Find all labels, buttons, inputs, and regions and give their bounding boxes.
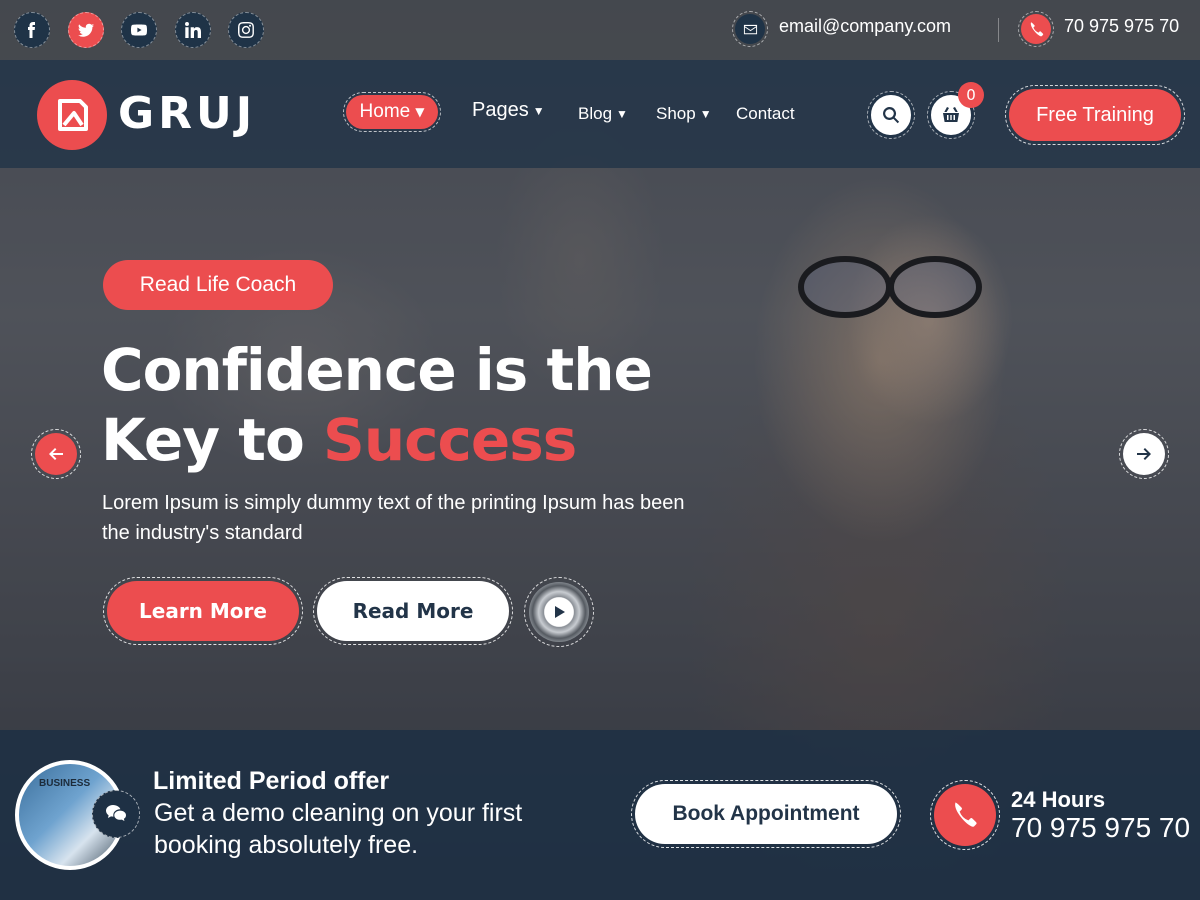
- linkedin-icon: [185, 22, 201, 38]
- phone-icon: [955, 802, 977, 827]
- play-icon: [555, 606, 565, 618]
- cart-count-badge: 0: [958, 82, 984, 108]
- arrow-right-icon: [1137, 448, 1151, 460]
- nav-item-home[interactable]: Home ▼: [343, 92, 441, 132]
- chat-icon: [106, 805, 126, 821]
- twitter-icon: [78, 23, 94, 37]
- nav-item-blog[interactable]: Blog ▼: [578, 104, 628, 124]
- linkedin-link[interactable]: [175, 12, 211, 48]
- chevron-down-icon: ▼: [616, 107, 628, 121]
- nav-item-label: Shop: [656, 104, 696, 123]
- envelope-icon: [743, 24, 757, 34]
- thumbnail-label: BUSINESS: [39, 778, 91, 789]
- read-more-label: Read More: [317, 581, 509, 641]
- learn-more-label: Learn More: [107, 581, 299, 641]
- youtube-link[interactable]: [121, 12, 157, 48]
- email-icon-button[interactable]: [732, 11, 768, 47]
- hours-phone-badge[interactable]: [930, 780, 1000, 850]
- logo-mark[interactable]: [37, 80, 107, 150]
- headline-accent: Success: [323, 406, 577, 474]
- slider-next-button[interactable]: [1119, 429, 1169, 479]
- instagram-icon: [238, 22, 254, 38]
- search-button[interactable]: [867, 91, 915, 139]
- basket-icon: [943, 107, 959, 122]
- hours-phone-number[interactable]: 70 975 975 70: [1011, 812, 1190, 844]
- top-divider: [998, 18, 999, 42]
- offer-text: Get a demo cleaning on your first bookin…: [154, 799, 523, 859]
- learn-more-button[interactable]: Learn More: [103, 577, 303, 645]
- arrow-left-icon: [49, 448, 63, 460]
- chevron-down-icon: ▼: [532, 103, 545, 118]
- facebook-icon: [28, 22, 35, 38]
- nav-item-label: Home: [359, 101, 411, 122]
- chevron-down-icon: ▼: [415, 105, 425, 119]
- phone-link[interactable]: 70 975 975 70: [1064, 16, 1179, 37]
- book-appointment-label: Book Appointment: [635, 784, 897, 844]
- phone-icon-button[interactable]: [1018, 11, 1054, 47]
- nav-item-label: Pages: [472, 99, 529, 121]
- hero-headline: Confidence is the Key to Success: [101, 335, 653, 475]
- nav-item-label: Blog: [578, 104, 613, 123]
- phone-icon: [1030, 21, 1043, 36]
- free-training-button[interactable]: Free Training: [1005, 85, 1185, 145]
- hero-tagline-badge: Read Life Coach: [103, 260, 333, 310]
- youtube-icon: [131, 24, 147, 36]
- facebook-link[interactable]: [14, 12, 50, 48]
- nav-item-label: Contact: [736, 104, 795, 123]
- nav-item-shop[interactable]: Shop ▼: [656, 104, 712, 124]
- play-video-button[interactable]: [524, 577, 594, 647]
- nav-item-contact[interactable]: Contact: [736, 104, 795, 124]
- hero-subtext: Lorem Ipsum is simply dummy text of the …: [102, 492, 685, 544]
- logo-text[interactable]: GRUJ: [118, 88, 256, 139]
- instagram-link[interactable]: [228, 12, 264, 48]
- chat-badge: [92, 790, 140, 838]
- headline-line-2: Key to Success: [101, 405, 652, 475]
- hours-label: 24 Hours: [1011, 787, 1106, 812]
- book-appointment-button[interactable]: Book Appointment: [631, 780, 901, 848]
- nav-item-pages[interactable]: Pages ▼: [472, 99, 545, 122]
- email-link[interactable]: email@company.com: [779, 16, 951, 37]
- headline-line-1: Confidence is the: [101, 336, 653, 404]
- search-icon: [883, 107, 900, 124]
- twitter-link[interactable]: [68, 12, 104, 48]
- slider-prev-button[interactable]: [31, 429, 81, 479]
- headline-prefix: Key to: [101, 406, 305, 474]
- play-ring: [529, 582, 589, 642]
- offer-title: Limited Period offer: [153, 767, 390, 795]
- chevron-down-icon: ▼: [699, 107, 712, 121]
- logo-icon: [58, 99, 88, 131]
- free-training-label: Free Training: [1009, 89, 1181, 141]
- read-more-button[interactable]: Read More: [313, 577, 513, 645]
